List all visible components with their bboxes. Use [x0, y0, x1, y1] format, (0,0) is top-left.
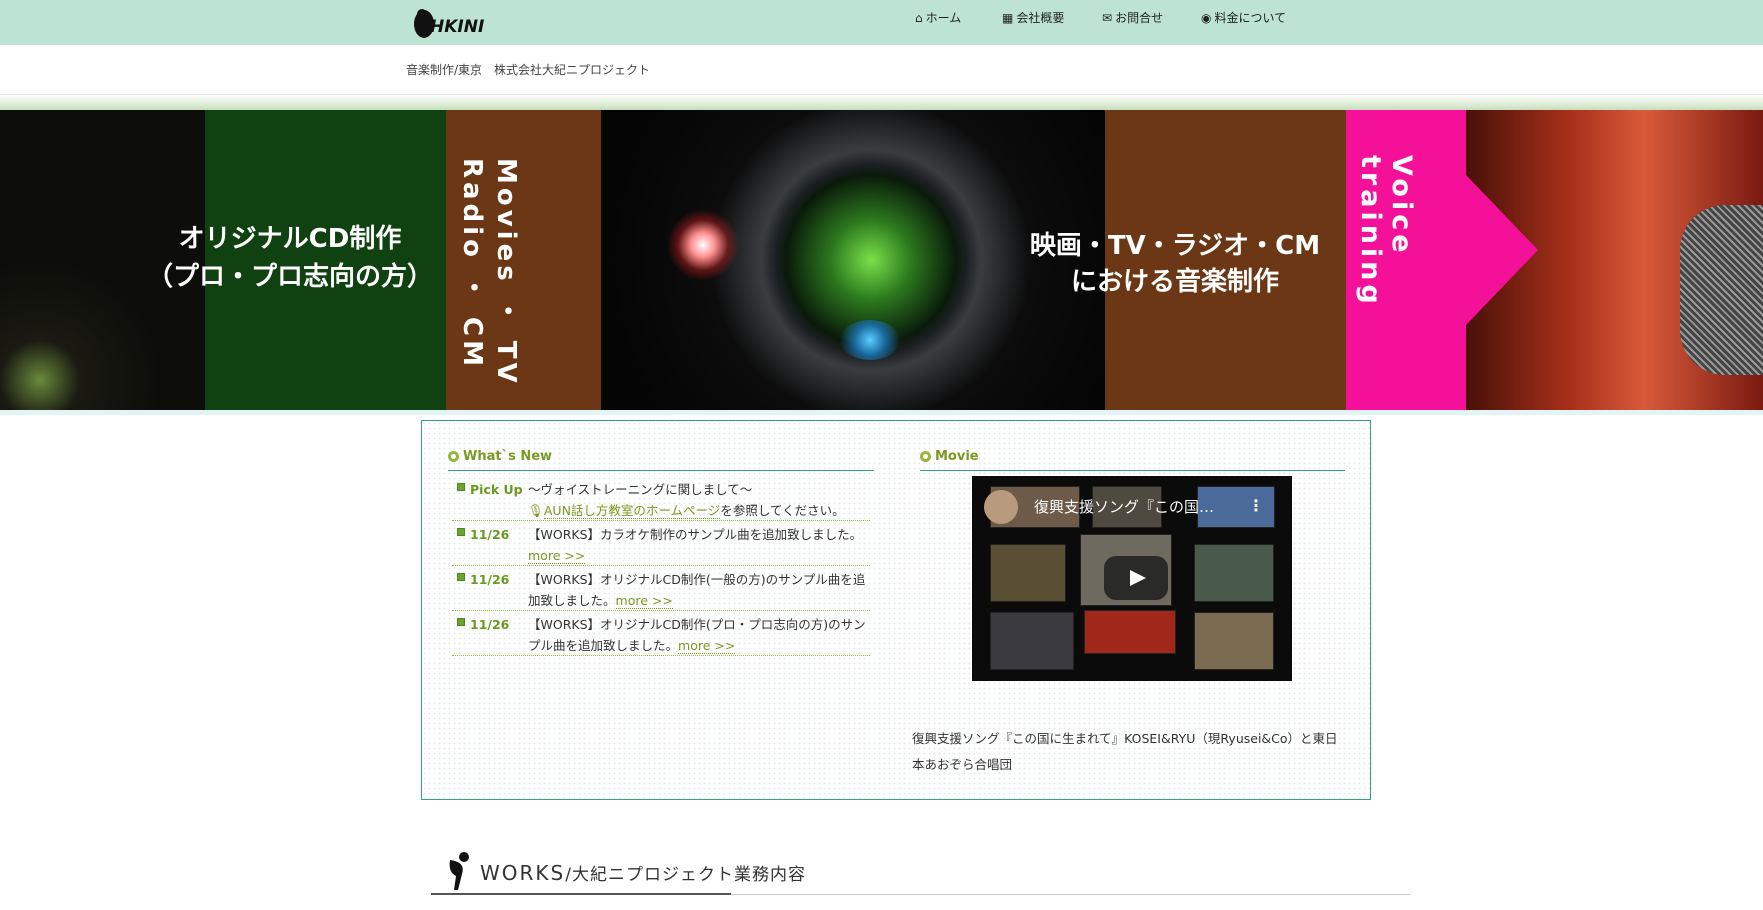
news-date: 11/26	[470, 572, 510, 587]
nav-contact-label: お問合せ	[1115, 11, 1164, 25]
content-box: What`s New Pick Up 〜ヴォイストレーニングに関しまして〜 🎙A…	[421, 420, 1371, 800]
hero-bottom-line	[0, 410, 1763, 415]
top-bar: HKINI ⌂ ホーム ▦ 会社概要 ✉ お問合せ ◉ 料金について	[0, 0, 1763, 45]
bowing-figure-icon	[449, 852, 469, 890]
news-item: 11/26 【WORKS】オリジナルCD制作(一般の方)のサンプル曲を追加致しま…	[452, 569, 870, 611]
home-icon: ⌂	[915, 10, 923, 25]
coin-icon: ◉	[1201, 10, 1212, 25]
channel-avatar[interactable]	[984, 490, 1018, 524]
hero-arrow-pink	[1466, 175, 1538, 325]
video-thumb	[990, 612, 1074, 670]
circle-bullet-icon	[448, 451, 459, 462]
works-title: WORKS/大紀ニプロジェクト業務内容	[480, 860, 806, 885]
more-options-icon[interactable]: ⋮	[1248, 496, 1264, 515]
works-rule-dark	[431, 893, 731, 895]
news-text-after: を参照してください。	[720, 503, 845, 518]
video-thumb	[990, 544, 1066, 602]
hero-banner: オリジナルCD制作 （プロ・プロ志向の方） Movies ・ TV Radio …	[0, 110, 1763, 410]
video-thumb	[1194, 544, 1274, 602]
svg-text:HKINI: HKINI	[430, 17, 484, 37]
play-button[interactable]	[1104, 556, 1168, 600]
hero-panel-cd-text: オリジナルCD制作 （プロ・プロ志向の方）	[146, 224, 433, 292]
logo-icon[interactable]: HKINI	[410, 4, 500, 42]
more-link[interactable]: more >>	[615, 593, 673, 609]
hero-panel-movies-text: Movies ・ TV Radio ・ CM	[457, 158, 521, 387]
movie-rule	[920, 470, 1345, 471]
header-gradient	[0, 95, 1763, 110]
more-link[interactable]: more >>	[528, 548, 586, 564]
nav-home-label: ホーム	[925, 11, 962, 25]
news-text: 【WORKS】カラオケ制作のサンプル曲を追加致しました。	[528, 527, 863, 542]
movie-title: Movie	[935, 449, 979, 464]
nav-pricing-label: 料金について	[1214, 11, 1287, 25]
works-subtitle: /大紀ニプロジェクト業務内容	[565, 865, 806, 885]
news-item: 11/26 【WORKS】カラオケ制作のサンプル曲を追加致しました。 more >…	[452, 524, 870, 566]
news-date: 11/26	[470, 527, 510, 542]
square-bullet-icon	[457, 483, 465, 491]
works-rule-light	[731, 894, 1411, 895]
news-date: 11/26	[470, 617, 510, 632]
video-thumb	[1084, 610, 1176, 654]
nav-company[interactable]: ▦ 会社概要	[1002, 9, 1064, 26]
circle-bullet-icon	[920, 451, 931, 462]
building-icon: ▦	[1002, 10, 1014, 25]
hero-microphone	[1680, 205, 1763, 375]
aun-homepage-link[interactable]: AUN話し方教室のホームページ	[543, 503, 721, 519]
nav-home[interactable]: ⌂ ホーム	[915, 9, 961, 26]
video-player[interactable]: 復興支援ソング『この国… ⋮	[972, 476, 1292, 681]
movie-caption: 復興支援ソング『この国に生まれて』KOSEI&RYU（現Ryusei&Co）と東…	[912, 731, 1338, 772]
hero-lens-blue	[840, 320, 900, 360]
news-date: Pick Up	[470, 482, 523, 497]
news-text: 〜ヴォイストレーニングに関しまして〜	[528, 482, 753, 497]
news-text: 【WORKS】オリジナルCD制作(一般の方)のサンプル曲を追加致しました。	[528, 572, 866, 608]
hero-lens-flare	[668, 210, 738, 280]
square-bullet-icon	[457, 528, 465, 536]
news-item: 11/26 【WORKS】オリジナルCD制作(プロ・プロ志向の方)のサンプル曲を…	[452, 614, 870, 656]
hero-panel-voice-text: Voice training	[1355, 155, 1417, 308]
whats-new-rule	[448, 470, 874, 471]
square-bullet-icon	[457, 618, 465, 626]
hero-panel-music-text: 映画・TV・ラジオ・CM における音楽制作	[1029, 231, 1321, 297]
square-bullet-icon	[457, 573, 465, 581]
news-item: Pick Up 〜ヴォイストレーニングに関しまして〜 🎙AUN話し方教室のホーム…	[452, 479, 870, 521]
more-link[interactable]: more >>	[678, 638, 736, 654]
movie-heading: Movie	[920, 449, 979, 464]
sub-header: 音楽制作/東京 株式会社大紀ニプロジェクト	[0, 45, 1763, 95]
nav-pricing[interactable]: ◉ 料金について	[1201, 9, 1286, 26]
works-title-main: WORKS	[480, 861, 566, 885]
mail-icon: ✉	[1102, 10, 1113, 25]
nav-contact[interactable]: ✉ お問合せ	[1102, 9, 1163, 26]
whats-new-heading: What`s New	[448, 449, 552, 464]
video-title[interactable]: 復興支援ソング『この国…	[1034, 496, 1214, 517]
mic-icon: 🎙	[528, 503, 544, 518]
whats-new-title: What`s New	[463, 449, 553, 464]
tagline: 音楽制作/東京 株式会社大紀ニプロジェクト	[406, 63, 651, 77]
nav-company-label: 会社概要	[1016, 11, 1065, 25]
video-thumb	[1194, 612, 1274, 670]
